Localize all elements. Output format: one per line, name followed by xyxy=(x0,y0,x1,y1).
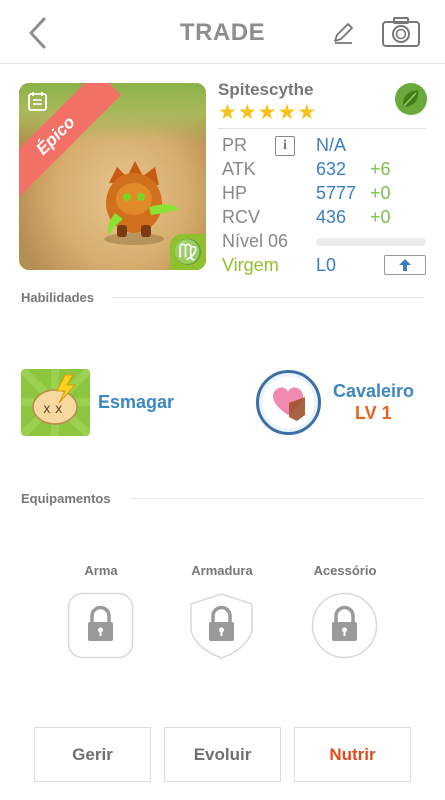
monster-portrait[interactable]: Épico ♍ xyxy=(19,83,206,270)
accessory-slot[interactable] xyxy=(311,592,378,659)
stat-label: PR xyxy=(222,135,248,155)
zodiac-label: Virgem xyxy=(222,255,279,275)
zodiac-level: L0 xyxy=(316,255,337,275)
section-divider xyxy=(112,297,424,298)
weapon-slot[interactable] xyxy=(67,592,134,659)
stat-row-zodiac: Virgem L0 xyxy=(222,255,428,277)
edit-button[interactable] xyxy=(328,18,358,48)
stat-row-level: Nível 06 xyxy=(222,231,428,253)
stat-label: HP xyxy=(222,183,248,203)
evolve-button[interactable]: Evoluir xyxy=(164,727,281,782)
stat-bonus: +0 xyxy=(370,207,391,227)
card-icon xyxy=(28,92,47,111)
info-icon[interactable]: i xyxy=(275,136,295,156)
stat-value: N/A xyxy=(316,135,347,155)
divider xyxy=(218,128,426,129)
armor-slot[interactable] xyxy=(188,592,255,659)
star-icon: ★ xyxy=(277,101,297,124)
stat-value: 5777 xyxy=(316,183,357,203)
leader-skill-level: LV 1 xyxy=(355,403,392,423)
arrow-up-icon xyxy=(399,259,411,271)
zodiac-badge: ♍ xyxy=(170,234,206,270)
monster-name: Spitescythe xyxy=(218,80,314,99)
stat-row-pr: PR i N/A xyxy=(222,135,428,157)
star-icon: ★ xyxy=(297,101,317,124)
top-bar: TRADE xyxy=(0,0,445,64)
star-icon: ★ xyxy=(237,101,257,124)
star-icon: ★ xyxy=(257,101,277,124)
active-skill-name[interactable]: Esmagar xyxy=(98,392,174,413)
weapon-label: Arma xyxy=(84,563,118,578)
stat-value: 632 xyxy=(316,159,347,179)
leader-skill-icon[interactable] xyxy=(255,369,322,436)
pencil-icon xyxy=(334,23,353,44)
active-skill-icon[interactable]: x x xyxy=(21,369,90,436)
stat-label: RCV xyxy=(222,207,261,227)
feed-button[interactable]: Nutrir xyxy=(294,727,411,782)
upgrade-button[interactable] xyxy=(384,255,426,275)
stat-bonus: +6 xyxy=(370,159,391,179)
stat-row-atk: ATK 632 +6 xyxy=(222,159,428,181)
lock-icon xyxy=(67,592,134,659)
level-label: Nível 06 xyxy=(222,231,289,251)
svg-text:x x: x x xyxy=(43,402,63,417)
lock-icon xyxy=(190,593,253,659)
stat-row-hp: HP 5777 +0 xyxy=(222,183,428,205)
monster-image xyxy=(104,161,179,245)
star-icon: ★ xyxy=(218,101,237,124)
skills-section-title: Habilidades xyxy=(21,290,94,305)
section-divider xyxy=(130,498,424,499)
camera-button[interactable] xyxy=(381,16,421,48)
stat-value: 436 xyxy=(316,207,347,227)
leader-skill-name[interactable]: Cavaleiro xyxy=(333,381,414,402)
stat-label: ATK xyxy=(222,159,256,179)
heart-shield-icon xyxy=(256,370,321,435)
smash-skill-icon: x x xyxy=(21,369,90,436)
stat-bonus: +0 xyxy=(370,183,391,203)
armor-label: Armadura xyxy=(191,563,253,578)
lock-icon xyxy=(311,592,378,659)
star-rating: ★ ★ ★ ★ ★ xyxy=(218,102,316,123)
leaf-icon xyxy=(395,83,427,115)
page-title: TRADE xyxy=(179,19,266,46)
camera-icon xyxy=(382,17,420,47)
manage-button[interactable]: Gerir xyxy=(34,727,151,782)
accessory-label: Acessório xyxy=(313,563,377,578)
level-progress-bar xyxy=(316,238,426,246)
stat-row-rcv: RCV 436 +0 xyxy=(222,207,428,229)
equipment-section-title: Equipamentos xyxy=(21,491,111,506)
